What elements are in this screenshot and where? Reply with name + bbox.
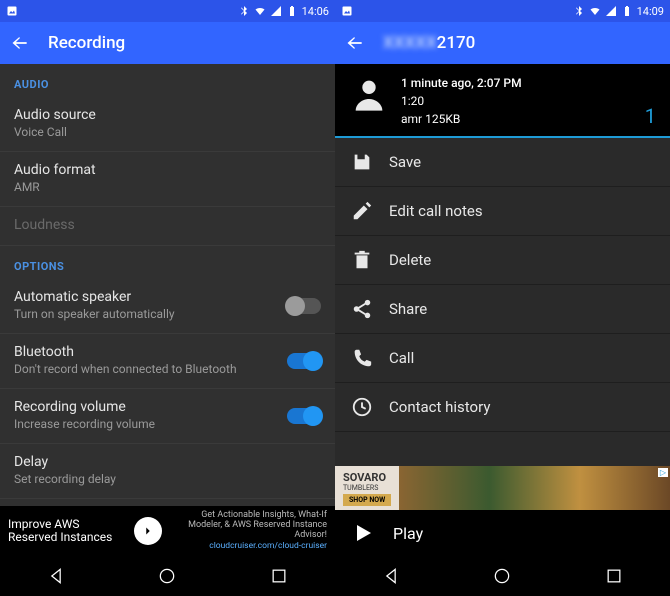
setting-sub: Turn on speaker automatically: [14, 307, 321, 321]
ad-title: Improve AWS Reserved Instances: [8, 518, 128, 544]
statusbar-right: 14:09: [335, 0, 670, 22]
play-label: Play: [393, 524, 423, 543]
screen-settings: 14:06 Recording AUDIO Audio source Voice…: [0, 0, 335, 596]
clock-icon: [351, 396, 373, 418]
statusbar-time: 14:09: [637, 5, 664, 18]
setting-delay[interactable]: Delay Set recording delay: [0, 444, 335, 499]
ad-arrow-icon: [134, 517, 162, 545]
setting-sub: Set recording delay: [14, 472, 321, 486]
setting-audio-source[interactable]: Audio source Voice Call: [0, 97, 335, 152]
playbar[interactable]: Play: [335, 510, 670, 556]
setting-title: Loudness: [14, 217, 321, 233]
nav-recents-icon[interactable]: [604, 566, 624, 586]
share-icon: [351, 298, 373, 320]
wifi-icon: [589, 5, 601, 17]
back-icon[interactable]: [10, 33, 30, 53]
avatar-icon: [349, 74, 389, 128]
appbar-title: XXXXX2170: [383, 33, 475, 53]
menu-edit-notes[interactable]: Edit call notes: [335, 187, 670, 236]
image-icon: [6, 5, 18, 17]
section-audio: AUDIO: [0, 64, 335, 97]
setting-title: Bluetooth: [14, 344, 321, 360]
bluetooth-icon: [238, 5, 250, 17]
call-time: 1 minute ago, 2:07 PM: [401, 74, 633, 92]
nav-back-icon[interactable]: [381, 566, 401, 586]
ad-banner-right[interactable]: SOVARO TUMBLERS SHOP NOW ▷: [335, 466, 670, 510]
setting-loudness: Loudness: [0, 207, 335, 246]
setting-title: Delay: [14, 454, 321, 470]
menu-delete[interactable]: Delete: [335, 236, 670, 285]
menu-label: Call: [389, 349, 414, 367]
setting-sub: Voice Call: [14, 125, 321, 139]
save-icon: [351, 151, 373, 173]
battery-icon: [621, 5, 633, 17]
pencil-icon: [351, 200, 373, 222]
ad-banner-left[interactable]: Improve AWS Reserved Instances Get Actio…: [0, 506, 335, 556]
appbar-right: XXXXX2170: [335, 22, 670, 64]
trash-icon: [351, 249, 373, 271]
call-fileinfo: amr 125KB: [401, 110, 633, 128]
nav-back-icon[interactable]: [46, 566, 66, 586]
menu-label: Share: [389, 300, 427, 318]
bluetooth-icon: [573, 5, 585, 17]
setting-auto-speaker[interactable]: Automatic speaker Turn on speaker automa…: [0, 279, 335, 334]
signal-icon: [270, 5, 282, 17]
menu-call[interactable]: Call: [335, 334, 670, 383]
nav-home-icon[interactable]: [492, 566, 512, 586]
call-meta: 1 minute ago, 2:07 PM 1:20 amr 125KB: [401, 74, 633, 128]
call-count: 1: [645, 104, 656, 128]
call-menu: Save Edit call notes Delete Share Call C…: [335, 138, 670, 466]
statusbar-time: 14:06: [302, 5, 329, 18]
menu-label: Save: [389, 153, 421, 171]
setting-title: Automatic speaker: [14, 289, 321, 305]
menu-contact-history[interactable]: Contact history: [335, 383, 670, 432]
setting-bluetooth[interactable]: Bluetooth Don't record when connected to…: [0, 334, 335, 389]
menu-label: Contact history: [389, 398, 490, 416]
ad-badge-icon: ▷: [658, 468, 668, 477]
menu-label: Delete: [389, 251, 431, 269]
ad-link: cloudcruiser.com/cloud-cruiser: [209, 541, 327, 551]
navbar-left: [0, 556, 335, 596]
menu-label: Edit call notes: [389, 202, 483, 220]
call-duration: 1:20: [401, 92, 633, 110]
navbar-right: [335, 556, 670, 596]
setting-title: Audio source: [14, 107, 321, 123]
image-icon: [341, 5, 353, 17]
battery-icon: [286, 5, 298, 17]
signal-icon: [605, 5, 617, 17]
appbar-title: Recording: [48, 33, 125, 53]
setting-sub: AMR: [14, 180, 321, 194]
phone-icon: [351, 347, 373, 369]
setting-recording-volume[interactable]: Recording volume Increase recording volu…: [0, 389, 335, 444]
nav-home-icon[interactable]: [157, 566, 177, 586]
wifi-icon: [254, 5, 266, 17]
section-options: OPTIONS: [0, 246, 335, 279]
call-header: 1 minute ago, 2:07 PM 1:20 amr 125KB 1: [335, 64, 670, 138]
menu-save[interactable]: Save: [335, 138, 670, 187]
ad-brand: SOVARO TUMBLERS SHOP NOW: [335, 467, 399, 509]
play-icon: [351, 521, 375, 545]
toggle-bluetooth[interactable]: [287, 353, 321, 369]
toggle-auto-speaker[interactable]: [287, 298, 321, 314]
ad-image: [399, 466, 670, 510]
nav-recents-icon[interactable]: [269, 566, 289, 586]
toggle-recording-volume[interactable]: [287, 408, 321, 424]
setting-audio-format[interactable]: Audio format AMR: [0, 152, 335, 207]
setting-sub: Increase recording volume: [14, 417, 321, 431]
setting-title: Audio format: [14, 162, 321, 178]
setting-title: Recording volume: [14, 399, 321, 415]
menu-share[interactable]: Share: [335, 285, 670, 334]
setting-sub: Don't record when connected to Bluetooth: [14, 362, 321, 376]
appbar-left: Recording: [0, 22, 335, 64]
ad-desc: Get Actionable Insights, What-If Modeler…: [168, 511, 327, 541]
statusbar-left: 14:06: [0, 0, 335, 22]
screen-call-menu: 14:09 XXXXX2170 1 minute ago, 2:07 PM 1:…: [335, 0, 670, 596]
back-icon[interactable]: [345, 33, 365, 53]
